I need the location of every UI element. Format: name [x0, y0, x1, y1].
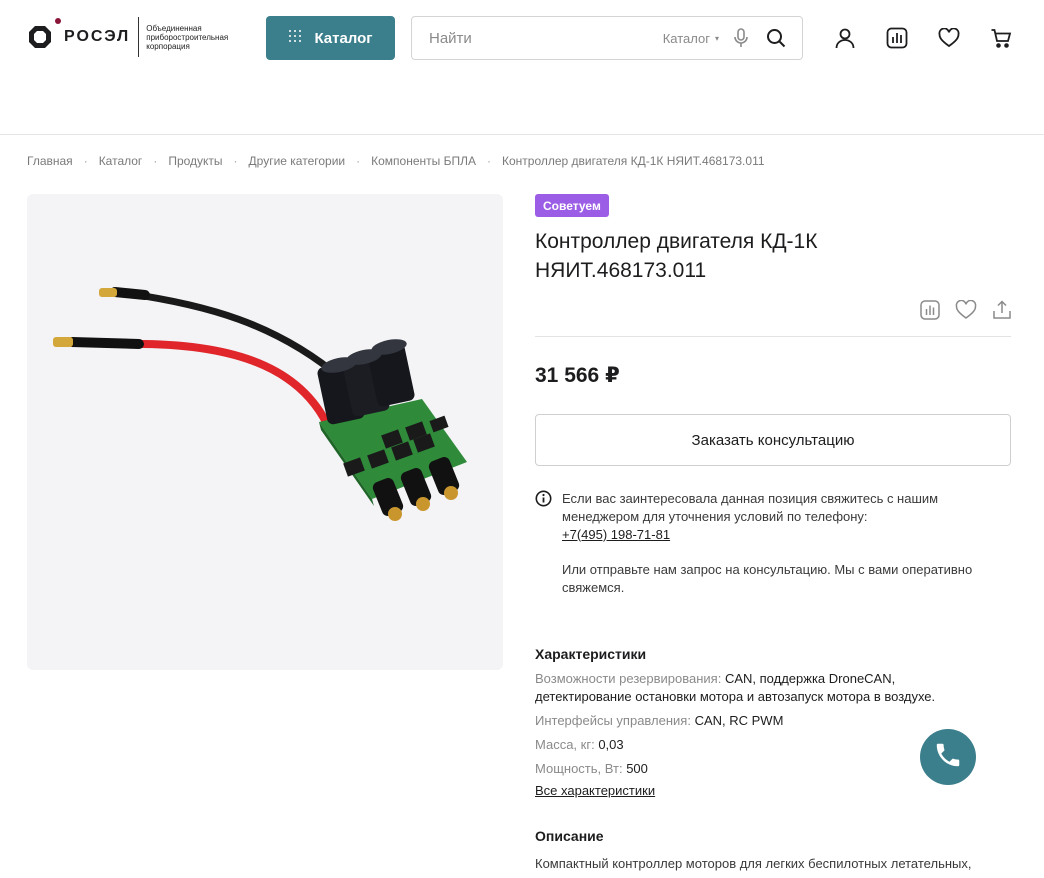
spec-key: Возможности резервирования:: [535, 671, 722, 686]
spec-value: 0,03: [598, 737, 624, 752]
spec-row: Возможности резервирования: CAN, поддерж…: [535, 670, 985, 706]
spec-key: Масса, кг:: [535, 737, 595, 752]
contact-info-text: Если вас заинтересовала данная позиция с…: [562, 491, 939, 524]
breadcrumb-item-products[interactable]: Продукты: [168, 154, 222, 168]
breadcrumb-item-other-categories[interactable]: Другие категории: [249, 154, 346, 168]
logo-octagon-icon: [28, 25, 52, 49]
heart-icon[interactable]: [937, 26, 961, 50]
search-scope-label: Каталог: [662, 30, 710, 46]
product-image[interactable]: [27, 194, 503, 670]
search-box: Каталог ▾: [411, 16, 803, 60]
search-icon[interactable]: [765, 27, 787, 49]
motor-controller-image: [53, 287, 467, 521]
product-price: 31 566 ₽: [535, 364, 620, 387]
catalog-button[interactable]: Каталог: [266, 16, 395, 60]
breadcrumb-item-current: Контроллер двигателя КД-1К НЯИТ.468173.0…: [501, 154, 765, 168]
breadcrumb-separator: ·: [83, 154, 88, 168]
product-title-line2: НЯИТ.468173.011: [535, 259, 707, 282]
breadcrumb-separator: ·: [486, 154, 491, 168]
specs-title: Характеристики: [535, 646, 647, 662]
spec-row: Интерфейсы управления: CAN, RC PWM: [535, 712, 985, 730]
spec-row: Масса, кг: 0,03: [535, 736, 985, 754]
compare-icon[interactable]: [918, 298, 942, 322]
recommended-badge: Советуем: [535, 194, 609, 217]
heart-icon[interactable]: [954, 298, 978, 322]
phone-icon: [933, 740, 963, 775]
spec-value: CAN, RC PWM: [694, 713, 784, 728]
order-consultation-button[interactable]: Заказать консультацию: [535, 414, 1011, 466]
contact-info-text-2: Или отправьте нам запрос на консультацию…: [562, 562, 973, 595]
product-title-line1: Контроллер двигателя КД-1К: [535, 230, 818, 253]
search-input[interactable]: [412, 17, 663, 59]
breadcrumb: Главная · Каталог · Продукты · Другие ка…: [27, 154, 765, 168]
user-icon[interactable]: [833, 26, 857, 50]
logo-text: РОСЭЛ: [64, 28, 131, 45]
call-button[interactable]: [920, 729, 976, 785]
grid-dots-icon: [288, 29, 302, 47]
site-header: РОСЭЛ Объединенная приборостроительная к…: [0, 0, 1044, 135]
spec-value: 500: [626, 761, 648, 776]
microphone-icon[interactable]: [731, 27, 751, 49]
description-title: Описание: [535, 828, 604, 844]
breadcrumb-separator: ·: [153, 154, 158, 168]
search-scope-select[interactable]: Каталог ▾: [663, 31, 719, 46]
phone-link[interactable]: +7(495) 198-71-81: [562, 526, 670, 544]
all-specs-link[interactable]: Все характеристики: [535, 783, 655, 798]
divider: [535, 336, 1011, 337]
share-icon[interactable]: [990, 298, 1014, 322]
logo-dot: [55, 18, 61, 24]
catalog-button-label: Каталог: [314, 29, 373, 47]
spec-key: Мощность, Вт:: [535, 761, 623, 776]
breadcrumb-item-uav-components[interactable]: Компоненты БПЛА: [371, 154, 476, 168]
spec-row: Мощность, Вт: 500: [535, 760, 985, 778]
breadcrumb-item-catalog[interactable]: Каталог: [99, 154, 143, 168]
contact-info: Если вас заинтересовала данная позиция с…: [535, 490, 1005, 597]
description-text: Компактный контроллер моторов для легких…: [535, 856, 972, 871]
chevron-down-icon: ▾: [714, 33, 719, 43]
info-icon: [535, 490, 552, 507]
cart-icon[interactable]: [989, 26, 1013, 50]
logo-divider: [138, 17, 140, 57]
breadcrumb-separator: ·: [233, 154, 238, 168]
compare-icon[interactable]: [885, 26, 909, 50]
breadcrumb-separator: ·: [356, 154, 361, 168]
spec-key: Интерфейсы управления:: [535, 713, 691, 728]
product-actions: [918, 298, 1014, 322]
logo-subtitle: Объединенная приборостроительная корпора…: [146, 23, 229, 51]
breadcrumb-item-home[interactable]: Главная: [27, 154, 73, 168]
product-title: Контроллер двигателя КД-1К НЯИТ.468173.0…: [535, 227, 995, 285]
